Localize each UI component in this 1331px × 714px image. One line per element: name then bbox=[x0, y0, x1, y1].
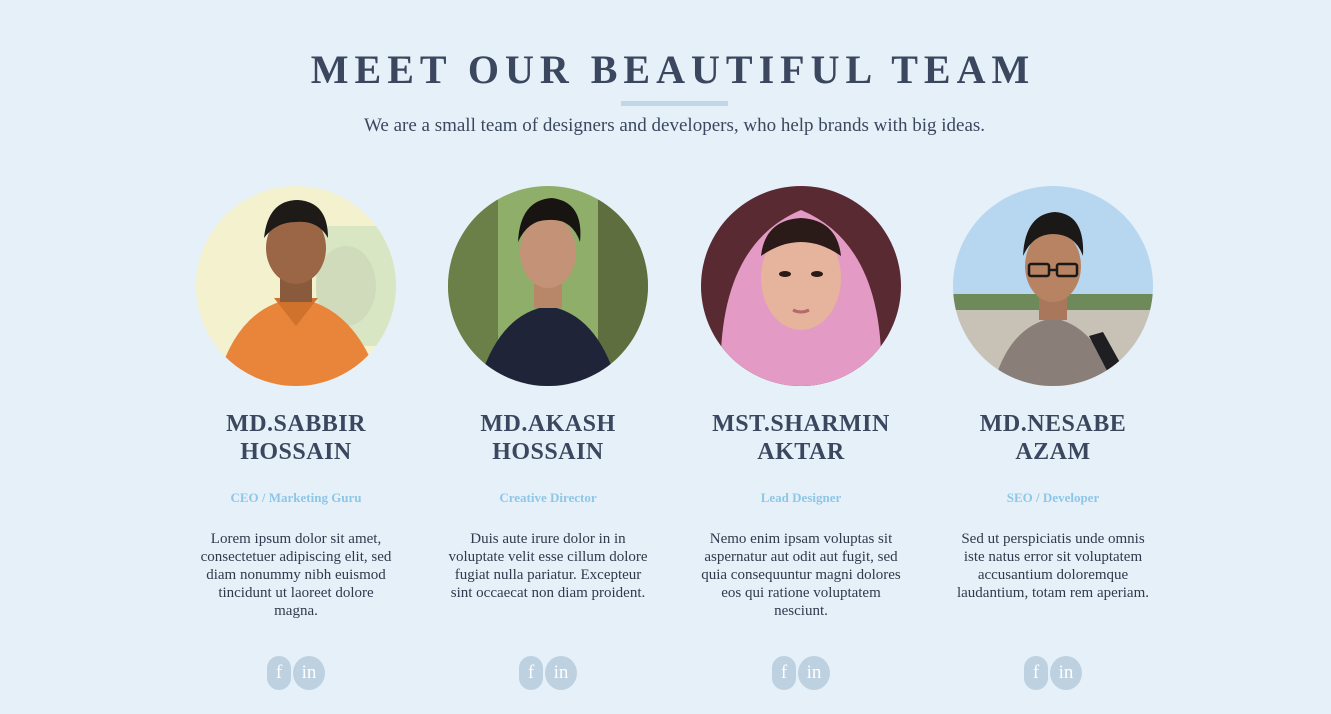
team-section: MEET OUR BEAUTIFUL TEAM We are a small t… bbox=[0, 0, 1331, 714]
linkedin-icon[interactable]: in bbox=[798, 656, 830, 690]
member-name: MD.SABBIR HOSSAIN bbox=[226, 411, 366, 465]
linkedin-icon[interactable]: in bbox=[545, 656, 577, 690]
page-subtitle: We are a small team of designers and dev… bbox=[363, 115, 986, 136]
team-member-card: MST.SHARMIN AKTAR Lead Designer Nemo eni… bbox=[686, 186, 916, 690]
member-bio: Duis aute irure dolor in in voluptate ve… bbox=[448, 531, 648, 601]
team-member-card: MD.AKASH HOSSAIN Creative Director Duis … bbox=[433, 186, 663, 690]
team-member-card: MD.NESABE AZAM SEO / Developer Sed ut pe… bbox=[938, 186, 1168, 690]
social-links: f in bbox=[433, 656, 663, 690]
member-bio: Nemo enim ipsam voluptas sit aspernatur … bbox=[701, 531, 901, 619]
member-photo bbox=[196, 186, 396, 386]
member-bio: Lorem ipsum dolor sit amet, consectetuer… bbox=[200, 531, 392, 619]
member-name: MD.NESABE AZAM bbox=[979, 411, 1127, 465]
linkedin-icon[interactable]: in bbox=[293, 656, 325, 690]
facebook-icon[interactable]: f bbox=[772, 656, 796, 690]
member-bio: Sed ut perspiciatis unde omnis iste natu… bbox=[956, 531, 1150, 601]
team-member-card: MD.SABBIR HOSSAIN CEO / Marketing Guru L… bbox=[181, 186, 411, 690]
social-links: f in bbox=[181, 656, 411, 690]
title-divider bbox=[621, 101, 728, 106]
linkedin-icon[interactable]: in bbox=[1050, 656, 1082, 690]
facebook-icon[interactable]: f bbox=[267, 656, 291, 690]
page-title: MEET OUR BEAUTIFUL TEAM bbox=[310, 47, 1036, 92]
member-photo bbox=[953, 186, 1153, 386]
member-role: CEO / Marketing Guru bbox=[230, 490, 362, 505]
member-name: MD.AKASH HOSSAIN bbox=[480, 411, 616, 465]
social-links: f in bbox=[938, 656, 1168, 690]
facebook-icon[interactable]: f bbox=[1024, 656, 1048, 690]
member-role: Lead Designer bbox=[760, 490, 842, 505]
member-role: Creative Director bbox=[499, 490, 597, 505]
member-photo bbox=[701, 186, 901, 386]
facebook-icon[interactable]: f bbox=[519, 656, 543, 690]
member-name: MST.SHARMIN AKTAR bbox=[712, 411, 890, 465]
member-photo bbox=[448, 186, 648, 386]
member-role: SEO / Developer bbox=[1006, 490, 1100, 505]
social-links: f in bbox=[686, 656, 916, 690]
